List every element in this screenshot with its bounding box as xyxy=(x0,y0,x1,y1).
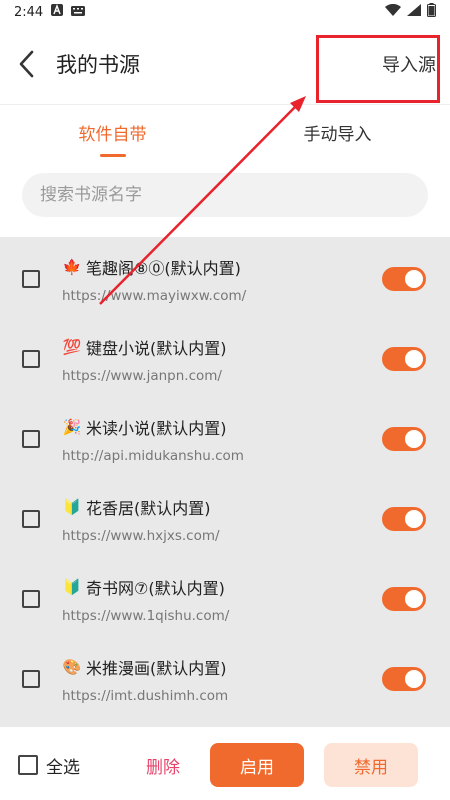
enable-toggle[interactable] xyxy=(382,667,426,691)
item-info: 🔰 奇书网⑦(默认内置) https://www.1qishu.com/ xyxy=(62,575,382,624)
notification-a-icon xyxy=(51,4,64,20)
enable-button[interactable]: 启用 xyxy=(210,743,304,787)
list-item: 🔰 花香居(默认内置) https://www.hxjxs.com/ xyxy=(0,479,450,559)
beginner-badge-icon: 🔰 xyxy=(62,577,82,596)
item-info: 💯 键盘小说(默认内置) https://www.janpn.com/ xyxy=(62,335,382,384)
source-name: 奇书网⑦(默认内置) xyxy=(86,578,225,598)
item-checkbox[interactable] xyxy=(22,590,40,608)
enable-toggle[interactable] xyxy=(382,427,426,451)
source-list: 🍁 笔趣阁⑧⓪(默认内置) https://www.mayiwxw.com/ 💯… xyxy=(0,237,450,727)
hundred-points-icon: 💯 xyxy=(62,337,82,356)
disable-button[interactable]: 禁用 xyxy=(324,743,418,787)
wifi-icon xyxy=(385,3,401,20)
list-item: 🔰 奇书网⑦(默认内置) https://www.1qishu.com/ xyxy=(0,559,450,639)
status-time: 2:44 xyxy=(14,4,44,20)
enable-toggle[interactable] xyxy=(382,587,426,611)
source-url: https://www.hxjxs.com/ xyxy=(62,527,220,544)
list-item: 💯 键盘小说(默认内置) https://www.janpn.com/ xyxy=(0,319,450,399)
enable-toggle[interactable] xyxy=(382,507,426,531)
enable-toggle[interactable] xyxy=(382,347,426,371)
toggle-knob xyxy=(405,430,423,448)
select-all-label: 全选 xyxy=(46,757,80,778)
select-all-control[interactable]: 全选 xyxy=(18,753,80,778)
select-all-checkbox[interactable] xyxy=(18,755,38,775)
source-name: 米读小说(默认内置) xyxy=(86,418,227,438)
item-checkbox[interactable] xyxy=(22,670,40,688)
item-info: 🎉 米读小说(默认内置) http://api.midukanshu.com xyxy=(62,415,382,464)
item-checkbox[interactable] xyxy=(22,510,40,528)
party-popper-icon: 🎉 xyxy=(62,417,82,436)
signal-icon xyxy=(407,4,421,20)
search-input[interactable] xyxy=(40,185,410,205)
toggle-knob xyxy=(405,590,423,608)
source-name: 花香居(默认内置) xyxy=(86,498,211,518)
list-item: 🍁 笔趣阁⑧⓪(默认内置) https://www.mayiwxw.com/ xyxy=(0,239,450,319)
source-url: https://www.1qishu.com/ xyxy=(62,607,230,624)
item-checkbox[interactable] xyxy=(22,430,40,448)
tab-manual-import[interactable]: 手动导入 xyxy=(225,105,450,169)
item-checkbox[interactable] xyxy=(22,350,40,368)
enable-toggle[interactable] xyxy=(382,267,426,291)
item-info: 🎨 米推漫画(默认内置) https://imt.dushimh.com xyxy=(62,655,382,704)
bottom-action-bar: 全选 删除 启用 禁用 xyxy=(0,730,450,800)
back-button[interactable] xyxy=(18,44,48,84)
search-bar xyxy=(22,173,428,217)
source-name: 键盘小说(默认内置) xyxy=(86,338,227,358)
toggle-knob xyxy=(405,350,423,368)
tab-builtin[interactable]: 软件自带 xyxy=(0,105,225,169)
item-info: 🍁 笔趣阁⑧⓪(默认内置) https://www.mayiwxw.com/ xyxy=(62,255,382,304)
status-bar: 2:44 xyxy=(0,0,450,24)
toggle-knob xyxy=(405,510,423,528)
battery-icon xyxy=(427,3,436,21)
list-item: 🎉 米读小说(默认内置) http://api.midukanshu.com xyxy=(0,399,450,479)
item-checkbox[interactable] xyxy=(22,270,40,288)
keyboard-icon xyxy=(71,5,86,20)
source-url: https://www.janpn.com/ xyxy=(62,367,222,384)
source-name-row: 🎉 米读小说(默认内置) xyxy=(62,415,382,439)
source-name-row: 🔰 花香居(默认内置) xyxy=(62,495,382,519)
beginner-badge-icon: 🔰 xyxy=(62,497,82,516)
tab-bar: 软件自带 手动导入 xyxy=(0,105,450,169)
source-url: https://imt.dushimh.com xyxy=(62,687,229,704)
maple-leaf-icon: 🍁 xyxy=(62,257,82,276)
toggle-knob xyxy=(405,270,423,288)
toggle-knob xyxy=(405,670,423,688)
item-info: 🔰 花香居(默认内置) https://www.hxjxs.com/ xyxy=(62,495,382,544)
palette-icon: 🎨 xyxy=(62,657,82,676)
source-name-row: 🍁 笔趣阁⑧⓪(默认内置) xyxy=(62,255,382,279)
page-title: 我的书源 xyxy=(56,53,140,77)
source-name: 笔趣阁⑧⓪(默认内置) xyxy=(86,258,241,278)
source-name-row: 🎨 米推漫画(默认内置) xyxy=(62,655,382,679)
list-item: 🎨 米推漫画(默认内置) https://imt.dushimh.com xyxy=(0,639,450,719)
source-name-row: 💯 键盘小说(默认内置) xyxy=(62,335,382,359)
source-url: https://www.mayiwxw.com/ xyxy=(62,287,247,304)
source-name: 米推漫画(默认内置) xyxy=(86,658,227,678)
search-container xyxy=(0,169,450,237)
source-name-row: 🔰 奇书网⑦(默认内置) xyxy=(62,575,382,599)
source-url: http://api.midukanshu.com xyxy=(62,447,244,464)
delete-button[interactable]: 删除 xyxy=(146,753,180,778)
chevron-left-icon xyxy=(19,50,34,78)
annotation-highlight-box xyxy=(316,35,440,103)
